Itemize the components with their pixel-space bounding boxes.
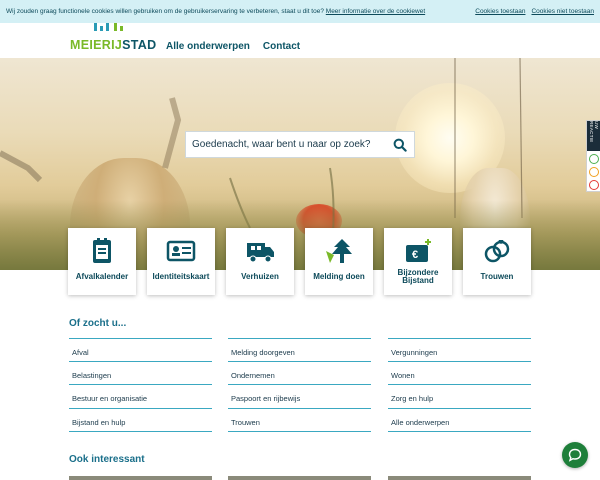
list-item[interactable]: Zorg en hulp — [388, 385, 531, 409]
tile-afvalkalender[interactable]: Afvalkalender — [68, 228, 136, 295]
calendar-icon — [93, 238, 111, 263]
tile-trouwen[interactable]: Trouwen — [463, 228, 531, 295]
tile-label: Verhuizen — [241, 272, 279, 281]
list-item[interactable]: Melding doorgeven — [228, 338, 371, 362]
chat-button[interactable] — [562, 442, 588, 468]
quick-links: Afvalkalender Identiteitskaart Verhuizen… — [68, 228, 532, 295]
site-header: MEIERIJSTAD Alle onderwerpen Contact — [0, 23, 600, 58]
interessant-card-image[interactable] — [69, 476, 212, 480]
cookie-text: Wij zouden graag functionele cookies wil… — [6, 8, 324, 15]
interessant-card-image[interactable] — [388, 476, 531, 480]
list-item[interactable]: Trouwen — [228, 409, 371, 432]
feedback-tab-label: UW REACTIE — [587, 121, 600, 151]
site-logo[interactable]: MEIERIJSTAD — [70, 38, 156, 52]
tile-label: Afvalkalender — [75, 272, 129, 281]
tile-bijzondere-bijstand[interactable]: € Bijzondere Bijstand — [384, 228, 452, 295]
ook-interessant-title: Ook interessant — [69, 454, 145, 465]
interessant-card-image[interactable] — [228, 476, 371, 480]
chat-bubble-icon — [568, 448, 582, 462]
tile-identiteitskaart[interactable]: Identiteitskaart — [147, 228, 215, 295]
list-item[interactable]: Bestuur en organisatie — [69, 385, 212, 409]
search-box — [185, 131, 415, 158]
cookie-info-link[interactable]: Meer informatie over de cookiewet — [326, 8, 425, 15]
link-column-2: Melding doorgeven Ondernemen Paspoort en… — [228, 338, 371, 432]
list-item[interactable]: Paspoort en rijbewijs — [228, 385, 371, 409]
euro-wallet-icon: € — [406, 239, 431, 262]
list-item[interactable]: Wonen — [388, 362, 531, 385]
nav-contact[interactable]: Contact — [263, 41, 300, 52]
report-tree-icon — [326, 239, 352, 263]
neutral-face-icon[interactable] — [589, 167, 599, 177]
tile-melding-doen[interactable]: Melding doen — [305, 228, 373, 295]
list-item[interactable]: Vergunningen — [388, 338, 531, 362]
search-icon — [393, 138, 407, 152]
list-item[interactable]: Ondernemen — [228, 362, 371, 385]
list-item[interactable]: Belastingen — [69, 362, 212, 385]
happy-face-icon[interactable] — [589, 154, 599, 164]
cookie-bar: Wij zouden graag functionele cookies wil… — [0, 0, 600, 23]
cookie-message: Wij zouden graag functionele cookies wil… — [6, 8, 475, 15]
tile-label: Identiteitskaart — [152, 272, 210, 281]
sad-face-icon[interactable] — [589, 180, 599, 190]
wedding-rings-icon — [484, 240, 510, 263]
cookie-accept-button[interactable]: Cookies toestaan — [475, 8, 525, 15]
list-item[interactable]: Alle onderwerpen — [388, 409, 531, 432]
search-button[interactable] — [386, 132, 414, 157]
main-nav: Alle onderwerpen Contact — [166, 41, 300, 52]
tile-verhuizen[interactable]: Verhuizen — [226, 228, 294, 295]
svg-text:€: € — [412, 249, 418, 261]
list-item[interactable]: Bijstand en hulp — [69, 409, 212, 432]
feedback-tab[interactable]: UW REACTIE — [586, 120, 600, 192]
tile-label: Trouwen — [480, 272, 514, 281]
cookie-reject-button[interactable]: Cookies niet toestaan — [531, 8, 594, 15]
logo-mark-icon — [94, 23, 126, 31]
of-zocht-u-title: Of zocht u... — [69, 318, 127, 329]
nav-alle-onderwerpen[interactable]: Alle onderwerpen — [166, 41, 250, 52]
moving-truck-icon — [247, 243, 274, 263]
list-item[interactable]: Afval — [69, 338, 212, 362]
link-column-3: Vergunningen Wonen Zorg en hulp Alle ond… — [388, 338, 531, 432]
search-input[interactable] — [186, 139, 386, 150]
id-card-icon — [166, 240, 196, 262]
tile-label: Bijzondere Bijstand — [397, 268, 439, 285]
link-column-1: Afval Belastingen Bestuur en organisatie… — [69, 338, 212, 432]
tile-label: Melding doen — [313, 272, 365, 281]
